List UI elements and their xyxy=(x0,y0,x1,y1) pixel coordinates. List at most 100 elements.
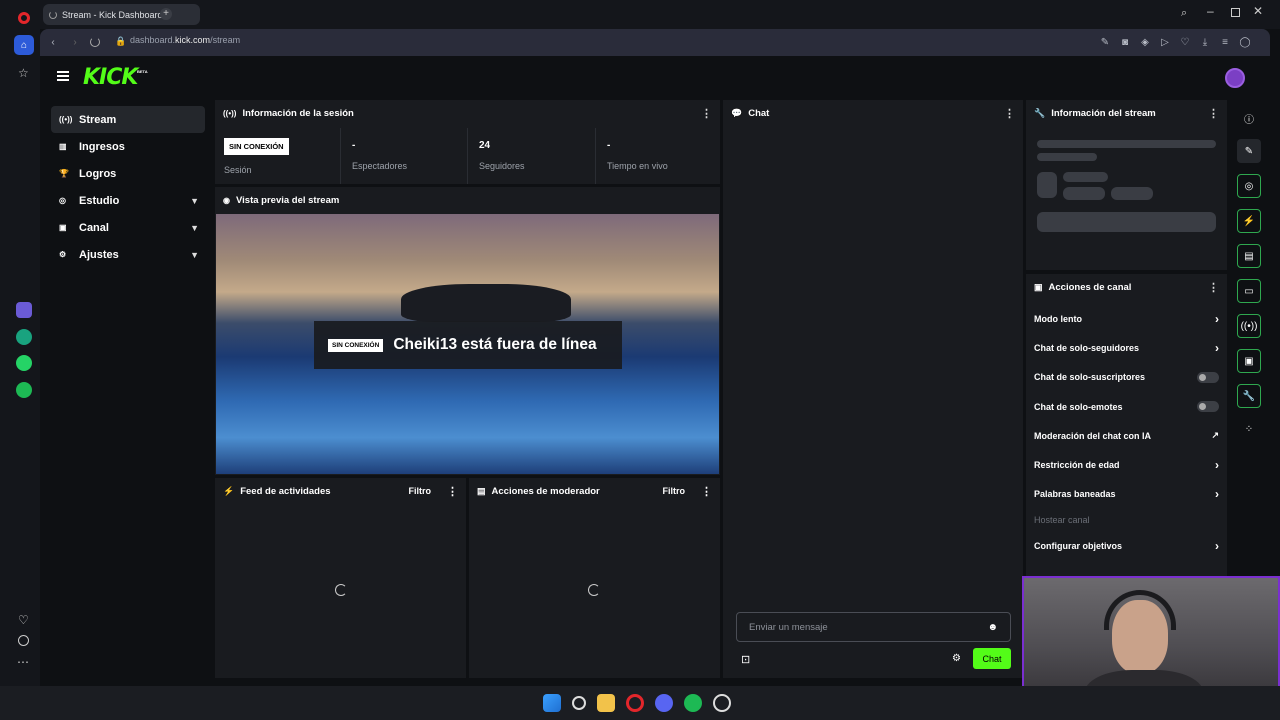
sidebar-item-stream[interactable]: ((•)) Stream xyxy=(51,106,205,133)
chat-settings-icon[interactable]: ⚙ xyxy=(952,653,961,664)
kick-logo[interactable]: KICK xyxy=(83,65,138,90)
lightning-tool-icon[interactable]: ⚡ xyxy=(1237,209,1261,233)
aria-icon[interactable] xyxy=(16,302,32,318)
hamburger-icon[interactable] xyxy=(57,71,69,81)
live-time-value: - xyxy=(607,140,611,151)
mod-actions-title: Acciones de moderador xyxy=(491,485,600,497)
edit-icon[interactable]: ✎ xyxy=(1098,35,1112,49)
stream-info-menu-icon[interactable]: ⋮ xyxy=(1208,107,1219,120)
heart-outline-icon[interactable]: ♡ xyxy=(1178,35,1192,49)
sidebar-item-label: Logros xyxy=(79,167,117,180)
studio-tool-icon[interactable]: ◎ xyxy=(1237,174,1261,198)
lightning-icon: ⚡ xyxy=(223,485,235,496)
channel-actions-menu-icon[interactable]: ⋮ xyxy=(1208,281,1219,294)
studio-icon: ◎ xyxy=(59,196,66,205)
sidebar-item-ingresos[interactable]: ▥ Ingresos xyxy=(51,133,205,160)
channel-icon: ▣ xyxy=(1034,281,1043,292)
channel-action-row[interactable]: Restricción de edad › xyxy=(1026,450,1227,479)
skeleton-pill xyxy=(1111,187,1153,200)
gift-icon[interactable]: ⊡ xyxy=(741,653,750,666)
search-icon[interactable] xyxy=(572,696,586,710)
menu-icon[interactable]: ≡ xyxy=(1218,35,1232,49)
new-tab-icon[interactable]: + xyxy=(160,8,172,20)
shield-icon[interactable]: ◈ xyxy=(1138,35,1152,49)
opera-taskbar-icon[interactable] xyxy=(626,694,644,712)
channel-action-label: Palabras baneadas xyxy=(1034,489,1116,500)
info-icon[interactable]: ⓘ xyxy=(1237,108,1261,128)
chat-send-button[interactable]: Chat xyxy=(973,648,1011,669)
edit-pencil-icon[interactable]: ✎ xyxy=(1237,139,1261,163)
viewers-value: - xyxy=(352,140,356,151)
heart-icon[interactable]: ♡ xyxy=(18,613,29,627)
home-icon[interactable]: ⌂ xyxy=(14,35,34,55)
mod-actions-panel: ▤ Acciones de moderador Filtro ⋮ xyxy=(469,478,720,678)
channel-action-row[interactable]: Modo lento › xyxy=(1026,304,1227,333)
more-icon[interactable]: ⋯ xyxy=(17,655,29,669)
channel-action-label: Moderación del chat con IA xyxy=(1034,430,1152,441)
channel-tool-icon[interactable]: ▣ xyxy=(1237,349,1261,373)
browser-tab[interactable]: Stream - Kick Dashboard xyxy=(43,4,200,25)
spotify-icon[interactable] xyxy=(16,382,32,398)
chat-menu-icon[interactable]: ⋮ xyxy=(1004,107,1015,120)
minimize-icon[interactable]: – xyxy=(1207,4,1214,18)
reload-loading-icon[interactable] xyxy=(90,37,100,47)
camera-icon[interactable]: ◙ xyxy=(1118,35,1132,49)
activity-menu-icon[interactable]: ⋮ xyxy=(447,485,458,498)
sidebar-item-ajustes[interactable]: ⚙ Ajustes ▼ xyxy=(51,241,205,268)
lock-icon: 🔒 xyxy=(115,36,127,46)
windows-start-icon[interactable] xyxy=(543,694,561,712)
channel-action-row[interactable]: Moderación del chat con IA ↗ xyxy=(1026,421,1227,450)
star-icon[interactable]: ☆ xyxy=(18,66,29,80)
toggle-switch[interactable] xyxy=(1197,401,1219,413)
mod-menu-icon[interactable]: ⋮ xyxy=(701,485,712,498)
chevron-down-icon[interactable]: ▼ xyxy=(190,223,199,233)
loading-icon xyxy=(49,10,57,19)
search-tabs-icon[interactable]: ⌕ xyxy=(1181,7,1187,20)
activity-filter-button[interactable]: Filtro xyxy=(409,486,432,496)
channel-action-row[interactable]: Chat de solo-seguidores › xyxy=(1026,333,1227,362)
avatar[interactable] xyxy=(1225,68,1245,88)
discord-icon[interactable] xyxy=(655,694,673,712)
close-icon[interactable]: ✕ xyxy=(1253,4,1263,18)
spotify-taskbar-icon[interactable] xyxy=(684,694,702,712)
sidebar-item-logros[interactable]: 🏆 Logros xyxy=(51,160,205,187)
file-explorer-icon[interactable] xyxy=(597,694,615,712)
preview-icon: ◉ xyxy=(223,195,230,205)
chatgpt-icon[interactable] xyxy=(16,329,32,345)
channel-action-row[interactable]: Palabras baneadas › xyxy=(1026,480,1227,509)
skeleton-line xyxy=(1037,153,1097,161)
sidebar-item-canal[interactable]: ▣ Canal ▼ xyxy=(51,214,205,241)
emote-icon[interactable]: ☻ xyxy=(987,622,998,633)
document-tool-icon[interactable]: ▤ xyxy=(1237,244,1261,268)
wrench-tool-icon[interactable]: 🔧 xyxy=(1237,384,1261,408)
profile-icon[interactable]: ◯ xyxy=(1238,35,1252,49)
session-menu-icon[interactable]: ⋮ xyxy=(701,107,712,120)
opera-logo-icon[interactable] xyxy=(18,12,30,24)
external-link-icon: ↗ xyxy=(1211,430,1219,441)
address-bar: ‹ › 🔒 dashboard.kick.com/stream ✎ ◙ ◈ ▷ … xyxy=(40,29,1270,56)
channel-action-row[interactable]: Configurar objetivos › xyxy=(1026,531,1227,560)
play-icon[interactable]: ▷ xyxy=(1158,35,1172,49)
mod-filter-button[interactable]: Filtro xyxy=(663,486,686,496)
broadcast-icon: ((•)) xyxy=(59,115,73,124)
download-icon[interactable]: ⤓ xyxy=(1198,35,1212,49)
history-icon[interactable] xyxy=(18,635,29,646)
chevron-down-icon[interactable]: ▼ xyxy=(190,250,199,260)
chat-input[interactable]: Enviar un mensaje ☻ xyxy=(736,612,1011,642)
channel-action-row[interactable]: Chat de solo-suscriptores xyxy=(1026,363,1227,392)
back-icon[interactable]: ‹ xyxy=(46,35,60,49)
sidebar-item-estudio[interactable]: ◎ Estudio ▼ xyxy=(51,187,205,214)
channel-actions-title: Acciones de canal xyxy=(1048,281,1132,293)
add-widget-icon[interactable]: ⁘ xyxy=(1237,419,1261,439)
url-field[interactable]: dashboard.kick.com/stream xyxy=(130,35,240,45)
channel-action-row[interactable]: Chat de solo-emotes xyxy=(1026,392,1227,421)
toggle-switch[interactable] xyxy=(1197,371,1219,383)
whatsapp-icon[interactable] xyxy=(16,355,32,371)
channel-action-label: Chat de solo-emotes xyxy=(1034,401,1123,412)
broadcast-tool-icon[interactable]: ((•)) xyxy=(1237,314,1261,338)
chat-tool-icon[interactable]: ▭ xyxy=(1237,279,1261,303)
forward-icon[interactable]: › xyxy=(68,35,82,49)
app-icon[interactable] xyxy=(713,694,731,712)
maximize-icon[interactable] xyxy=(1231,8,1240,17)
chevron-down-icon[interactable]: ▼ xyxy=(190,196,199,206)
